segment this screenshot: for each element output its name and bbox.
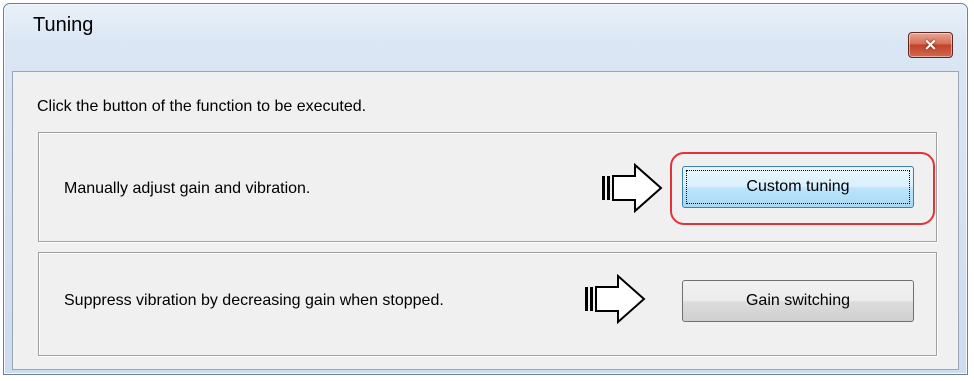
custom-tuning-group: Manually adjust gain and vibration. Cust… <box>38 132 937 242</box>
custom-tuning-description: Manually adjust gain and vibration. <box>64 180 311 197</box>
custom-tuning-button[interactable]: Custom tuning <box>682 166 914 208</box>
gain-switching-description: Suppress vibration by decreasing gain wh… <box>64 292 444 309</box>
gain-switching-button-label: Gain switching <box>745 292 851 309</box>
close-button[interactable]: × <box>908 32 953 58</box>
right-arrow-icon <box>585 274 646 324</box>
focus-rectangle <box>686 170 910 204</box>
tuning-window: Tuning × Click the button of the functio… <box>3 3 968 375</box>
title-bar[interactable]: Tuning <box>4 4 967 42</box>
right-arrow-icon <box>602 163 663 213</box>
close-icon: × <box>923 35 938 55</box>
window-title: Tuning <box>33 14 94 36</box>
dialog-body: Click the button of the function to be e… <box>12 71 959 370</box>
gain-switching-group: Suppress vibration by decreasing gain wh… <box>38 252 937 356</box>
instruction-text: Click the button of the function to be e… <box>37 98 367 115</box>
gain-switching-button[interactable]: Gain switching <box>682 280 914 322</box>
